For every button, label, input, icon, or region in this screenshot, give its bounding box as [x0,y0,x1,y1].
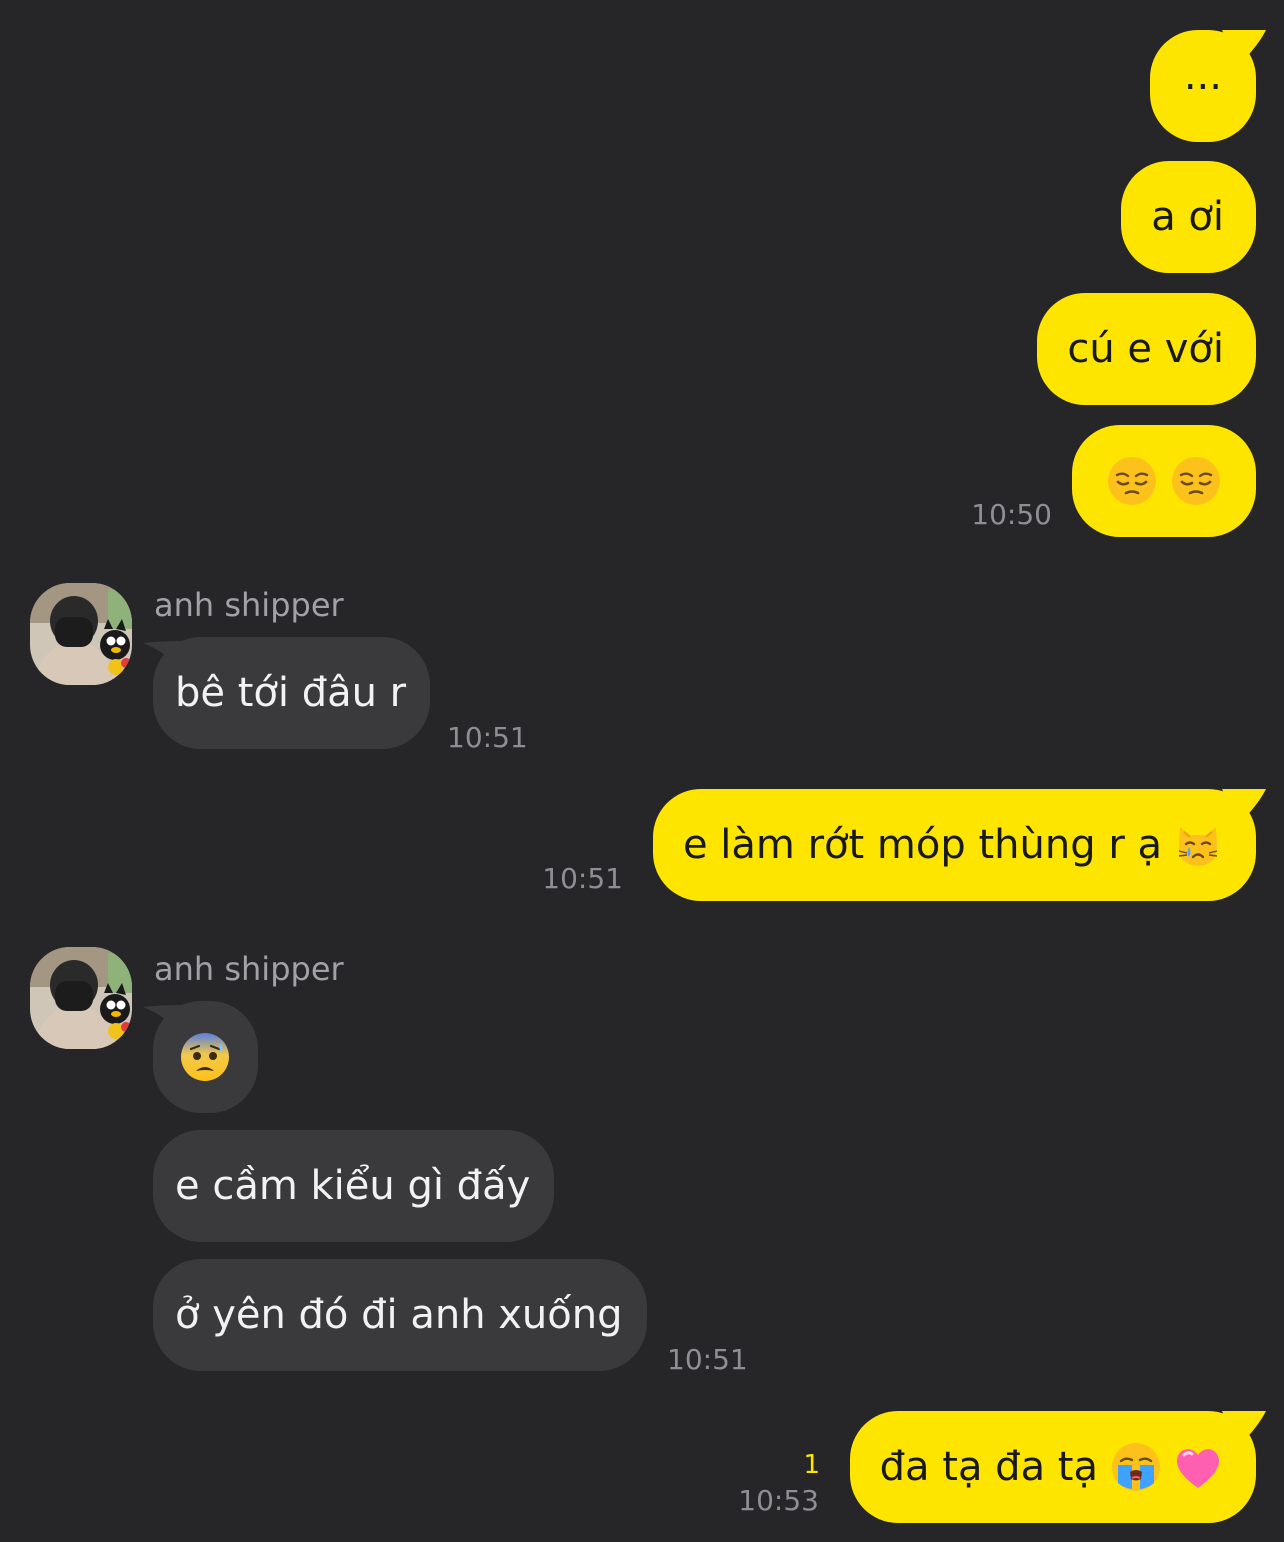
pink-heart-icon [1172,1441,1224,1493]
message-timestamp: 10:50 [971,498,1052,531]
message-bubble-outgoing[interactable]: cú e với [1037,293,1256,405]
message-bubble-incoming[interactable] [143,1001,258,1113]
bubble-tail [1222,789,1266,825]
sender-name: anh shipper [154,586,344,624]
message-text: ở yên đó đi anh xuống [175,1292,623,1338]
message-text: bê tới đâu r [175,670,407,716]
message-text: cú e với [1067,326,1224,372]
message-text: đa tạ đa tạ [879,1444,1098,1490]
message-timestamp: 10:51 [542,862,623,895]
message-bubble-outgoing[interactable]: đa tạ đa tạ [849,1411,1266,1523]
chat-thread[interactable]: ... a ơi cú e với 10:50 anh shipper bê t… [0,0,1284,1542]
message-bubble-outgoing[interactable] [1072,425,1256,537]
message-text: ... [1183,53,1222,99]
message-bubble-incoming[interactable]: ở yên đó đi anh xuống [153,1259,647,1371]
pensive-face-icon [1170,455,1222,507]
contact-avatar[interactable] [30,947,132,1049]
message-timestamp: 10:51 [667,1343,748,1376]
anxious-face-with-sweat-icon [179,1031,231,1083]
sender-name: anh shipper [154,950,344,988]
pensive-face-icon [1106,455,1158,507]
message-bubble-incoming[interactable]: bê tới đâu r [143,637,431,749]
loudly-crying-face-icon [1110,1441,1162,1493]
crying-cat-face-icon [1172,819,1224,871]
message-timestamp: 10:53 [738,1484,819,1517]
message-text: e làm rớt móp thùng r ạ [682,822,1162,868]
unread-count: 1 [803,1450,820,1480]
message-text: a ơi [1151,194,1224,240]
message-bubble-outgoing[interactable]: e làm rớt móp thùng r ạ [652,789,1266,901]
message-timestamp: 10:51 [447,721,528,754]
message-bubble-outgoing[interactable]: a ơi [1121,161,1256,273]
bubble-tail [1222,1411,1266,1447]
bubble-tail [143,1005,181,1037]
message-bubble-outgoing[interactable]: ... [1149,30,1266,142]
contact-avatar[interactable] [30,583,132,685]
bubble-tail [1222,30,1266,66]
message-text: e cầm kiểu gì đấy [175,1163,531,1209]
message-bubble-incoming[interactable]: e cầm kiểu gì đấy [153,1130,555,1242]
